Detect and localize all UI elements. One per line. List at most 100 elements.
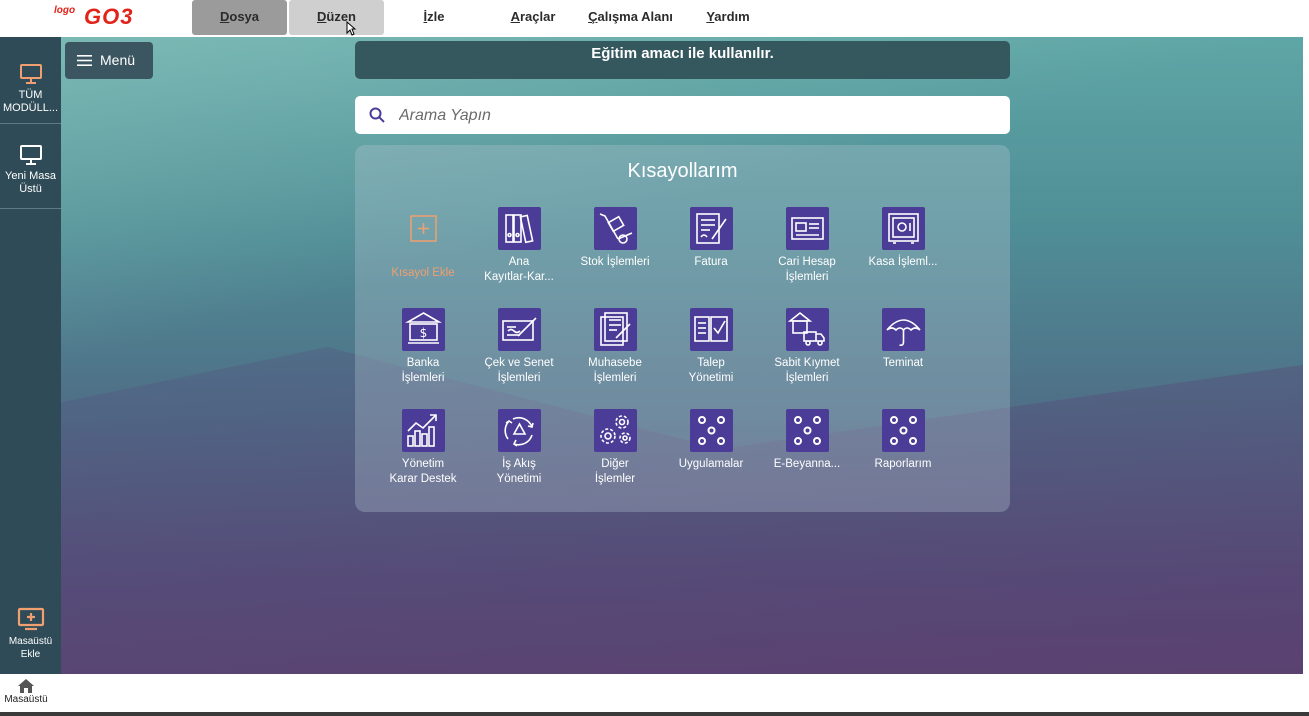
sidebar-item-new-desktop[interactable]: Yeni Masa Üstü (0, 144, 61, 196)
id-card-icon (790, 217, 824, 240)
menu-button-label: Menü (100, 52, 136, 68)
tile-label-line2: Kayıtlar-Kar... (484, 271, 554, 283)
add-shortcut-icon-box (402, 207, 445, 250)
tile-icon-box (785, 409, 829, 452)
menu-dosya[interactable]: Dosya (192, 0, 287, 35)
hand-truck-icon (599, 213, 632, 244)
menu-dosya-label: osya (229, 9, 260, 24)
tile-icon-box (689, 207, 733, 250)
tile-label-line2: İşlemleri (497, 372, 541, 384)
tile-talep-yonetimi[interactable]: Talep Yönetimi (661, 308, 761, 386)
tile-diger-islemler[interactable]: Diğer İşlemler (565, 409, 665, 487)
tile-ana-kayitlar[interactable]: Ana Kayıtlar-Kar... (469, 207, 569, 285)
tile-icon-box (401, 409, 445, 452)
tile-kasa-islemleri[interactable]: Kasa İşleml... (853, 207, 953, 270)
safe-icon (887, 213, 919, 244)
tile-uygulamalar[interactable]: Uygulamalar (661, 409, 761, 472)
tile-icon-box: $ (401, 308, 445, 351)
sidebar-divider (0, 123, 61, 124)
tile-icon-box (593, 207, 637, 250)
tile-label-line1: Muhasebe (588, 357, 642, 369)
tile-label-line1: Talep (697, 357, 725, 369)
tile-label-line1: Fatura (694, 256, 728, 268)
binders-icon (504, 214, 534, 244)
bank-icon: $ (404, 312, 442, 344)
tile-muhasebe[interactable]: Muhasebe İşlemleri (565, 308, 665, 386)
svg-text:$: $ (419, 326, 427, 340)
sidebar-divider (0, 208, 61, 209)
growth-chart-icon (406, 414, 437, 447)
umbrella-icon (885, 319, 921, 346)
add-desktop-label-1: Masaüstü (8, 636, 53, 647)
workflow-cycle-icon (503, 416, 534, 447)
add-desktop-button[interactable]: Masaüstü Ekle (0, 607, 61, 661)
checklist-icon (693, 316, 728, 342)
menu-araclar-label: raçlar (519, 9, 556, 24)
sidebar-item-label-2: Üstü (19, 183, 42, 195)
menu-calisma-alani[interactable]: Çalışma Alanı (583, 0, 678, 35)
tile-label-line1: Teminat (882, 357, 924, 369)
tile-cek-senet[interactable]: Çek ve Senet İşlemleri (469, 308, 569, 386)
tile-stok-islemleri[interactable]: Stok İşlemleri (565, 207, 665, 270)
tile-icon-box (785, 207, 829, 250)
sidebar-item-label-1: TÜM (18, 89, 43, 101)
tile-banka-islemleri[interactable]: $ Banka İşlemleri (373, 308, 473, 386)
tile-label-line2: İşlemleri (593, 372, 637, 384)
tile-icon-box (593, 308, 637, 351)
tile-yonetim-karar-destek[interactable]: Yönetim Karar Destek (373, 409, 473, 487)
tile-label-line2: Karar Destek (389, 473, 457, 485)
sidebar-item-all-modules[interactable]: TÜM MODÜLL... (0, 63, 61, 115)
tile-is-akis[interactable]: İş Akış Yönetimi (469, 409, 569, 487)
tile-label-line2: İşlemleri (401, 372, 445, 384)
add-shortcut-icon (409, 215, 437, 242)
logo-main-text: GO3 (84, 4, 134, 29)
tile-label-line2: Yönetimi (688, 372, 734, 384)
menu-duzen[interactable]: Düzen (289, 0, 384, 35)
bottom-taskbar: Masaüstü (0, 674, 1309, 716)
menu-yardim[interactable]: Yardım (698, 0, 758, 35)
menu-button[interactable]: Menü (65, 42, 153, 79)
menu-araclar-mnemonic: A (510, 9, 520, 24)
hamburger-icon (77, 55, 92, 66)
menu-izle-label: zle (427, 9, 445, 24)
home-desktop-button[interactable]: Masaüstü (2, 678, 50, 705)
sidebar: TÜM MODÜLL... Yeni Masa Üstü Masaüstü Ek… (0, 37, 61, 674)
search-input[interactable] (397, 102, 1001, 130)
gears-icon (599, 415, 631, 444)
tile-label-line2: İşlemleri (785, 372, 829, 384)
tile-teminat[interactable]: Teminat (853, 308, 953, 371)
search-box (355, 96, 1010, 134)
bottom-edge (0, 712, 1309, 716)
mouse-cursor-icon (346, 21, 356, 36)
dots-icon (793, 416, 821, 445)
tile-label-line1: Yönetim (401, 458, 445, 470)
dots-icon (697, 416, 725, 445)
sidebar-item-label-2: MODÜLL... (2, 102, 58, 114)
tile-label-line1: Sabit Kıymet (774, 357, 840, 369)
tile-label-line1: İş Akış (502, 458, 536, 470)
add-shortcut-tile[interactable]: Kısayol Ekle (373, 207, 473, 281)
add-desktop-label-2: Ekle (20, 649, 41, 660)
tile-label-line1: Ana (508, 256, 530, 268)
fixed-asset-icon (787, 311, 825, 346)
cheque-icon (501, 317, 537, 341)
menu-izle[interactable]: İzle (405, 0, 463, 35)
tile-label-line1: Kasa İşleml... (868, 256, 938, 268)
tile-icon-box (497, 207, 541, 250)
tile-icon-box (881, 207, 925, 250)
tile-cari-hesap[interactable]: Cari Hesap İşlemleri (757, 207, 857, 285)
tile-label-line1: Uygulamalar (678, 458, 744, 470)
tile-label-line1: Stok İşlemleri (580, 256, 650, 268)
top-menu-bar: logo GO3 Dosya Düzen İzle Araçlar Çalışm… (0, 0, 1309, 37)
add-shortcut-label: Kısayol Ekle (391, 267, 455, 279)
tile-label-line1: Banka (406, 357, 440, 369)
tile-sabit-kiymet[interactable]: Sabit Kıymet İşlemleri (757, 308, 857, 386)
tile-e-beyanname[interactable]: E-Beyanna... (757, 409, 857, 472)
menu-araclar[interactable]: Araçlar (500, 0, 566, 35)
menu-dosya-mnemonic: D (219, 9, 230, 24)
tile-label-line1: Diğer (601, 458, 629, 470)
tile-fatura[interactable]: Fatura (661, 207, 761, 270)
menu-duzen-mnemonic: D (316, 9, 327, 24)
tile-raporlarim[interactable]: Raporlarım (853, 409, 953, 472)
menu-yardim-label: ardım (714, 9, 750, 24)
